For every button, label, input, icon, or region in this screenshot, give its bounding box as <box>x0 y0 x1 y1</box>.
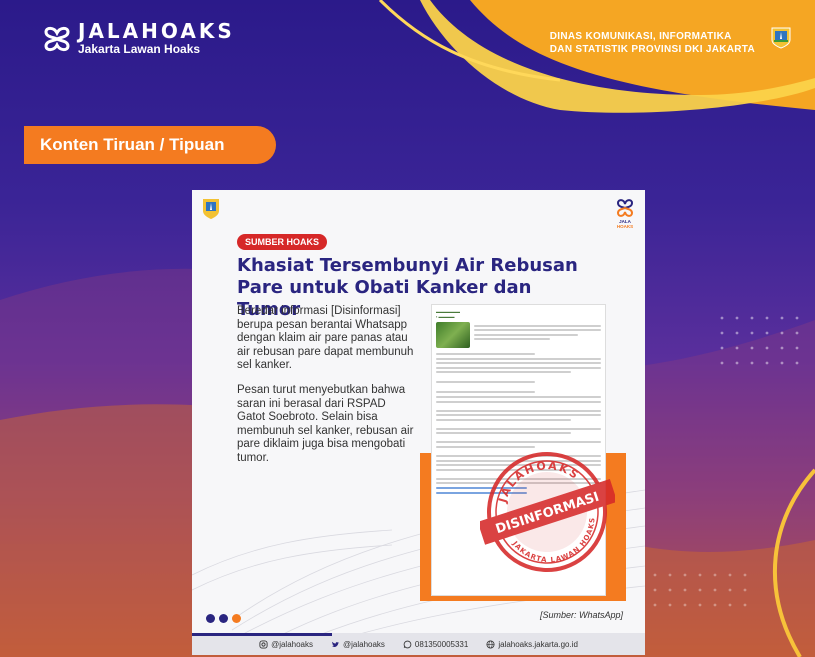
disinformasi-stamp: JALAHOAKS JAKARTA LAWAN HOAKS DISINFORMA… <box>480 448 615 576</box>
bitter-gourd-photo <box>436 322 470 348</box>
dot-navy <box>206 614 215 623</box>
jalahoaks-brand: JALAHOAKS Jakarta Lawan Hoaks <box>42 19 235 56</box>
whatsapp-contact[interactable]: 081350005331 <box>403 640 468 649</box>
twitter-contact[interactable]: @jalahoaks <box>331 640 385 649</box>
agency-line-1: DINAS KOMUNIKASI, INFORMATIKA <box>549 31 732 42</box>
link-preview-text <box>474 322 601 348</box>
dki-jakarta-emblem-icon <box>771 27 791 49</box>
website-url: jalahoaks.jakarta.go.id <box>498 639 578 649</box>
brand-tagline: Jakarta Lawan Hoaks <box>78 42 201 56</box>
twitter-bird-icon <box>331 641 340 647</box>
brand-name: JALAHOAKS <box>78 19 235 43</box>
svg-text:HOAKS: HOAKS <box>617 224 633 229</box>
screenshot-link-preview <box>436 322 601 348</box>
instagram-icon <box>259 639 268 649</box>
website-contact[interactable]: jalahoaks.jakarta.go.id <box>486 640 578 649</box>
jalahoaks-logo-icon <box>44 26 70 52</box>
dot-navy-2 <box>219 614 228 623</box>
jalahoaks-small-logo-icon: JALA HOAKS <box>617 199 633 229</box>
instagram-contact[interactable]: @jalahoaks <box>259 640 313 649</box>
dki-jakarta-small-emblem-icon <box>203 199 219 219</box>
agency-line-2: DAN STATISTIK PROVINSI DKI JAKARTA <box>549 44 755 55</box>
instagram-handle: @jalahoaks <box>271 639 313 649</box>
description-paragraph-2: Pesan turut menyebutkan bahwa saran ini … <box>237 384 414 464</box>
whatsapp-icon <box>403 640 412 648</box>
sumber-hoaks-badge: SUMBER HOAKS <box>237 234 328 250</box>
agency-name: DINAS KOMUNIKASI, INFORMATIKA DAN STATIS… <box>550 30 755 56</box>
screenshot-header: ▬▬▬▬▬▬ ▪ ▬▬▬▬ <box>436 309 460 319</box>
footer-accent-bar <box>192 633 332 636</box>
whatsapp-number: 081350005331 <box>414 639 469 649</box>
contact-footer: @jalahoaks @jalahoaks 081350005331 jalah… <box>192 633 645 655</box>
category-label: Konten Tiruan / Tipuan <box>24 126 276 164</box>
decorative-dots <box>206 614 241 623</box>
description-paragraph-1: Beredar informasi [Disinformasi] berupa … <box>237 305 414 371</box>
hoax-card: JALA HOAKS SUMBER HOAKS Khasiat Tersembu… <box>192 190 645 655</box>
twitter-handle: @jalahoaks <box>343 639 385 649</box>
dot-orange <box>232 614 241 623</box>
globe-icon <box>486 639 495 649</box>
source-caption: [Sumber: WhatsApp] <box>539 610 623 620</box>
infographic-frame: JALAHOAKS Jakarta Lawan Hoaks DINAS KOMU… <box>0 0 815 657</box>
